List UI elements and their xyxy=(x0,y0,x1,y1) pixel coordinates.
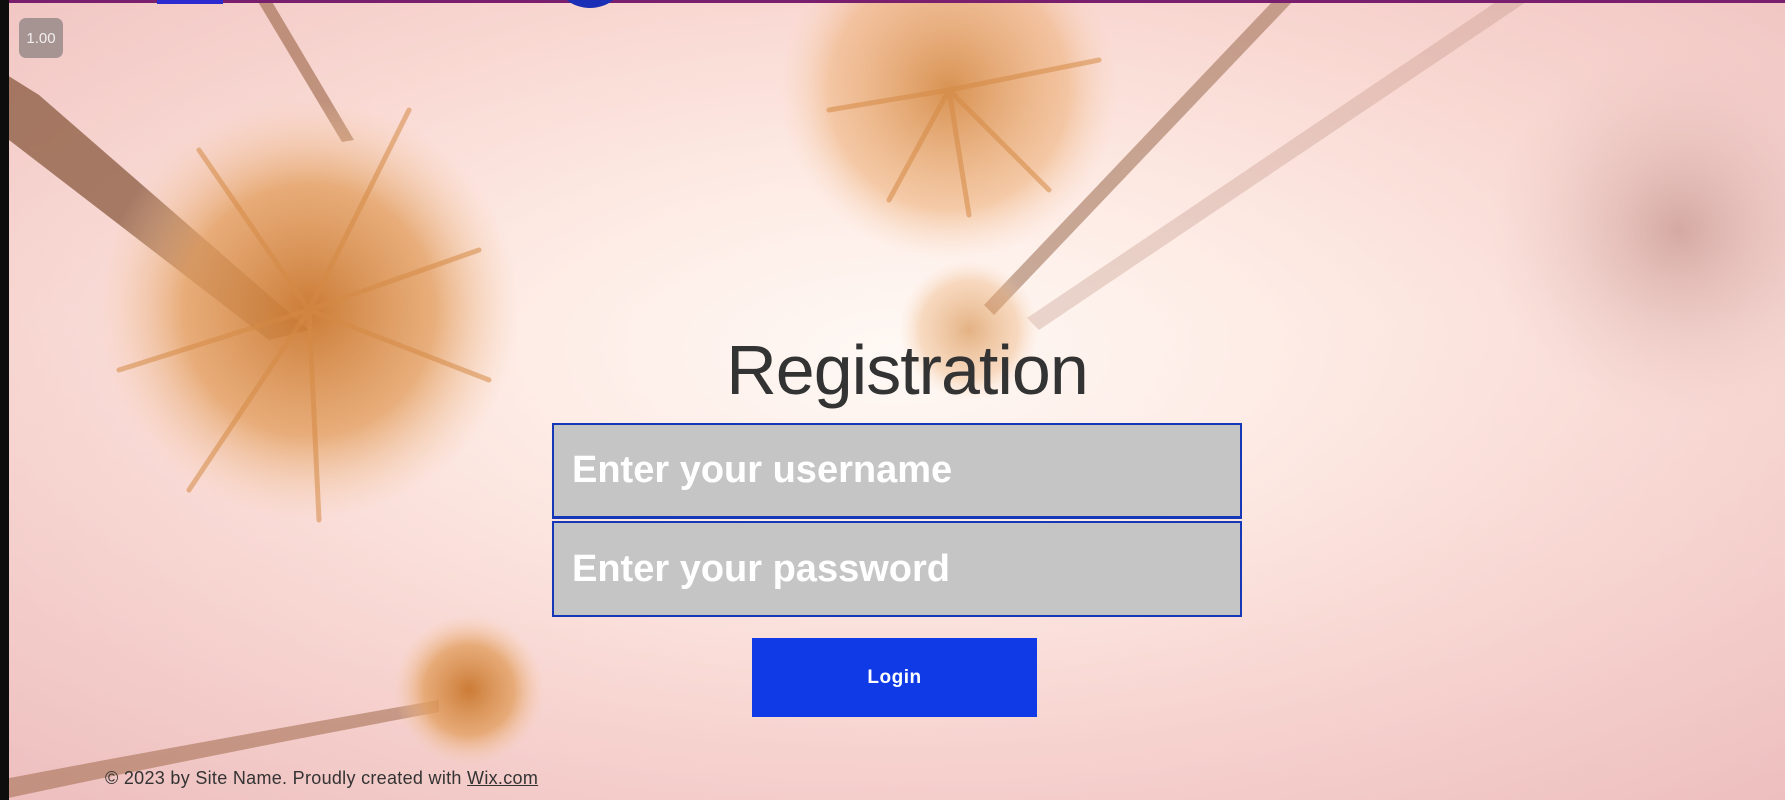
footer-copyright: © 2023 by Site Name. Proudly created wit… xyxy=(105,768,538,789)
username-input[interactable] xyxy=(552,423,1242,519)
password-input[interactable] xyxy=(552,521,1242,617)
page-title: Registration xyxy=(726,331,1089,409)
wix-link[interactable]: Wix.com xyxy=(467,768,538,788)
footer-copyright-text: © 2023 by Site Name. Proudly created wit… xyxy=(105,768,468,788)
top-accent-bar xyxy=(9,0,1785,3)
login-button[interactable]: Login xyxy=(752,638,1037,717)
top-nav-tab-indicator xyxy=(157,0,223,4)
zoom-level-badge: 1.00 xyxy=(19,18,63,58)
page-background: 1.00 Registration Login © 2023 by Site N… xyxy=(9,0,1785,800)
